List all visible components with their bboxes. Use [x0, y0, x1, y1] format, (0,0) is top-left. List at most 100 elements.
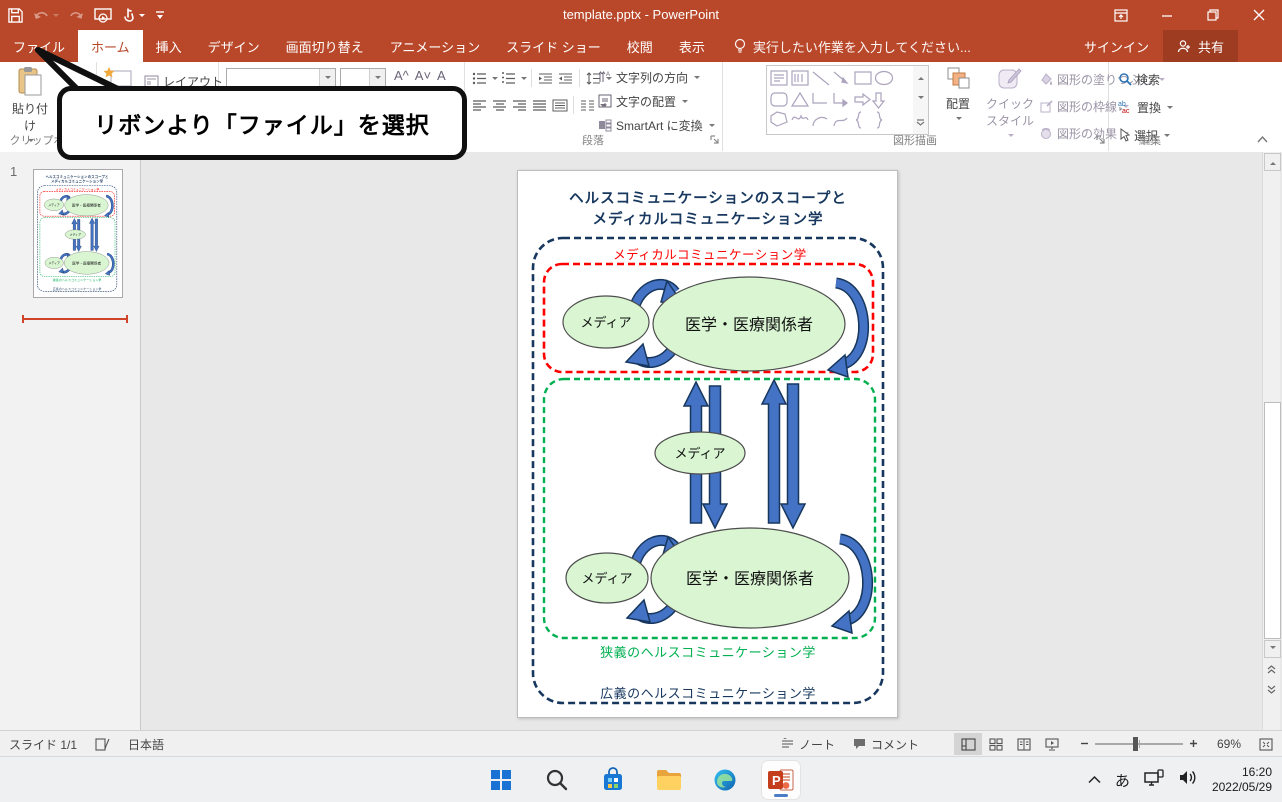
drawing-group: 配置 クイック スタイル 図形の塗りつぶし 図形の枠線 [722, 62, 1109, 151]
microsoft-store-button[interactable] [594, 761, 632, 799]
previous-slide-button[interactable] [1265, 662, 1278, 676]
grow-font-button[interactable]: A^ [394, 68, 409, 83]
scroll-up-button[interactable] [1264, 153, 1281, 171]
tab-transitions[interactable]: 画面切り替え [273, 30, 377, 62]
drawing-dialog-launcher[interactable] [1096, 133, 1105, 147]
start-button[interactable] [482, 761, 520, 799]
zoom-slider[interactable] [1095, 743, 1183, 745]
tray-expand-button[interactable] [1088, 771, 1101, 789]
tab-animations[interactable]: アニメーション [377, 30, 493, 62]
notes-button[interactable]: ノート [772, 731, 844, 757]
align-left-button[interactable] [470, 96, 489, 114]
ribbon-display-options-icon [1114, 9, 1128, 22]
zoom-in-button[interactable] [1189, 737, 1198, 751]
file-explorer-button[interactable] [650, 761, 688, 799]
language-status[interactable]: 日本語 [119, 731, 173, 757]
windows-start-icon [489, 768, 513, 792]
reading-view-button[interactable] [1010, 733, 1038, 755]
gallery-down-button[interactable] [918, 96, 924, 102]
slide-thumbnail[interactable] [33, 169, 123, 298]
bullets-button[interactable] [470, 69, 489, 87]
minimize-button[interactable] [1144, 0, 1190, 30]
text-direction-caret[interactable] [694, 76, 700, 82]
ime-mode-indicator[interactable]: あ [1115, 770, 1130, 791]
paragraph-row-2 [470, 94, 606, 116]
scrollbar-thumb[interactable] [1264, 402, 1281, 639]
distribute-text-button[interactable] [550, 96, 569, 114]
tab-slideshow[interactable]: スライド ショー [493, 30, 614, 62]
proofing-icon [95, 737, 110, 751]
slide-canvas[interactable] [517, 170, 898, 718]
find-button[interactable]: 検索 [1118, 68, 1173, 90]
align-text-caret[interactable] [682, 100, 688, 106]
close-button[interactable] [1236, 0, 1282, 30]
ribbon-display-options-button[interactable] [1098, 0, 1144, 30]
restore-button[interactable] [1190, 0, 1236, 30]
window-controls [1098, 0, 1282, 30]
network-status-button[interactable] [1144, 769, 1164, 792]
vertical-scrollbar[interactable] [1262, 152, 1280, 730]
zoom-slider-thumb[interactable] [1133, 737, 1138, 751]
justify-button[interactable] [530, 96, 549, 114]
gallery-up-button[interactable] [918, 74, 924, 80]
slide-counter[interactable]: スライド 1/1 [0, 731, 86, 757]
replace-button[interactable]: abac 置換 [1118, 96, 1173, 118]
slide-sorter-view-button[interactable] [982, 733, 1010, 755]
align-text-button[interactable]: 文字の配置 [598, 90, 715, 112]
system-tray: あ 16:20 2022/05/29 [1088, 757, 1272, 802]
share-button[interactable]: 共有 [1163, 30, 1238, 62]
network-icon [1144, 769, 1164, 787]
proofing-button[interactable] [86, 731, 119, 757]
scroll-down-button[interactable] [1264, 640, 1281, 658]
powerpoint-icon: P [768, 768, 794, 792]
tab-design[interactable]: デザイン [195, 30, 273, 62]
increase-indent-button[interactable] [556, 69, 575, 87]
font-size-buttons: A^ A˅ A [394, 68, 446, 83]
search-button[interactable] [538, 761, 576, 799]
shape-fill-icon [1040, 73, 1053, 86]
slideshow-view-button[interactable] [1038, 733, 1066, 755]
chevron-up-icon [1088, 775, 1101, 784]
clear-formatting-button[interactable]: A [437, 68, 446, 83]
fit-slide-button[interactable] [1250, 731, 1282, 757]
callout-bubble: リボンより「ファイル」を選択 [57, 86, 467, 160]
zoom-level[interactable]: 69% [1198, 731, 1250, 757]
arrange-button[interactable]: 配置 [936, 66, 980, 126]
tab-review[interactable]: 校閲 [614, 30, 666, 62]
collapse-ribbon-button[interactable] [1257, 132, 1268, 146]
shapes-gallery[interactable] [766, 65, 914, 135]
decrease-indent-button[interactable] [536, 69, 555, 87]
columns-button[interactable] [578, 96, 597, 114]
powerpoint-taskbar-button[interactable]: P [762, 761, 800, 799]
tab-view[interactable]: 表示 [666, 30, 718, 62]
svg-text:ac: ac [1122, 108, 1130, 115]
next-slide-button[interactable] [1265, 682, 1278, 696]
numbering-caret[interactable] [521, 77, 527, 83]
numbering-button[interactable] [499, 69, 518, 87]
annotation-underline [22, 315, 128, 323]
gallery-more-button[interactable] [916, 119, 925, 126]
taskbar-clock[interactable]: 16:20 2022/05/29 [1212, 765, 1272, 795]
sign-in-button[interactable]: サインイン [1070, 30, 1163, 62]
smartart-caret[interactable] [709, 124, 715, 130]
shrink-font-button[interactable]: A˅ [415, 68, 431, 83]
arrange-caret[interactable] [956, 117, 962, 123]
slideshow-view-icon [1045, 738, 1059, 751]
replace-caret[interactable] [1167, 106, 1173, 112]
edge-button[interactable] [706, 761, 744, 799]
tell-me-box[interactable]: 実行したい作業を入力してください... [734, 30, 971, 62]
comments-button[interactable]: コメント [844, 731, 928, 757]
align-center-button[interactable] [490, 96, 509, 114]
text-direction-button[interactable]: A 文字列の方向 [598, 66, 715, 88]
paragraph-dialog-launcher[interactable] [710, 133, 719, 147]
bullets-caret[interactable] [492, 77, 498, 83]
volume-button[interactable] [1178, 769, 1198, 791]
share-person-icon [1177, 39, 1192, 54]
slide-graphic [518, 171, 897, 717]
align-right-button[interactable] [510, 96, 529, 114]
paragraph-group: A 文字列の方向 文字の配置 SmartArt に変換 段落 [464, 62, 723, 151]
normal-view-button[interactable] [954, 733, 982, 755]
zoom-out-button[interactable] [1080, 737, 1089, 751]
tell-me-text: 実行したい作業を入力してください... [753, 37, 971, 56]
convert-smartart-label: SmartArt に変換 [616, 117, 703, 134]
